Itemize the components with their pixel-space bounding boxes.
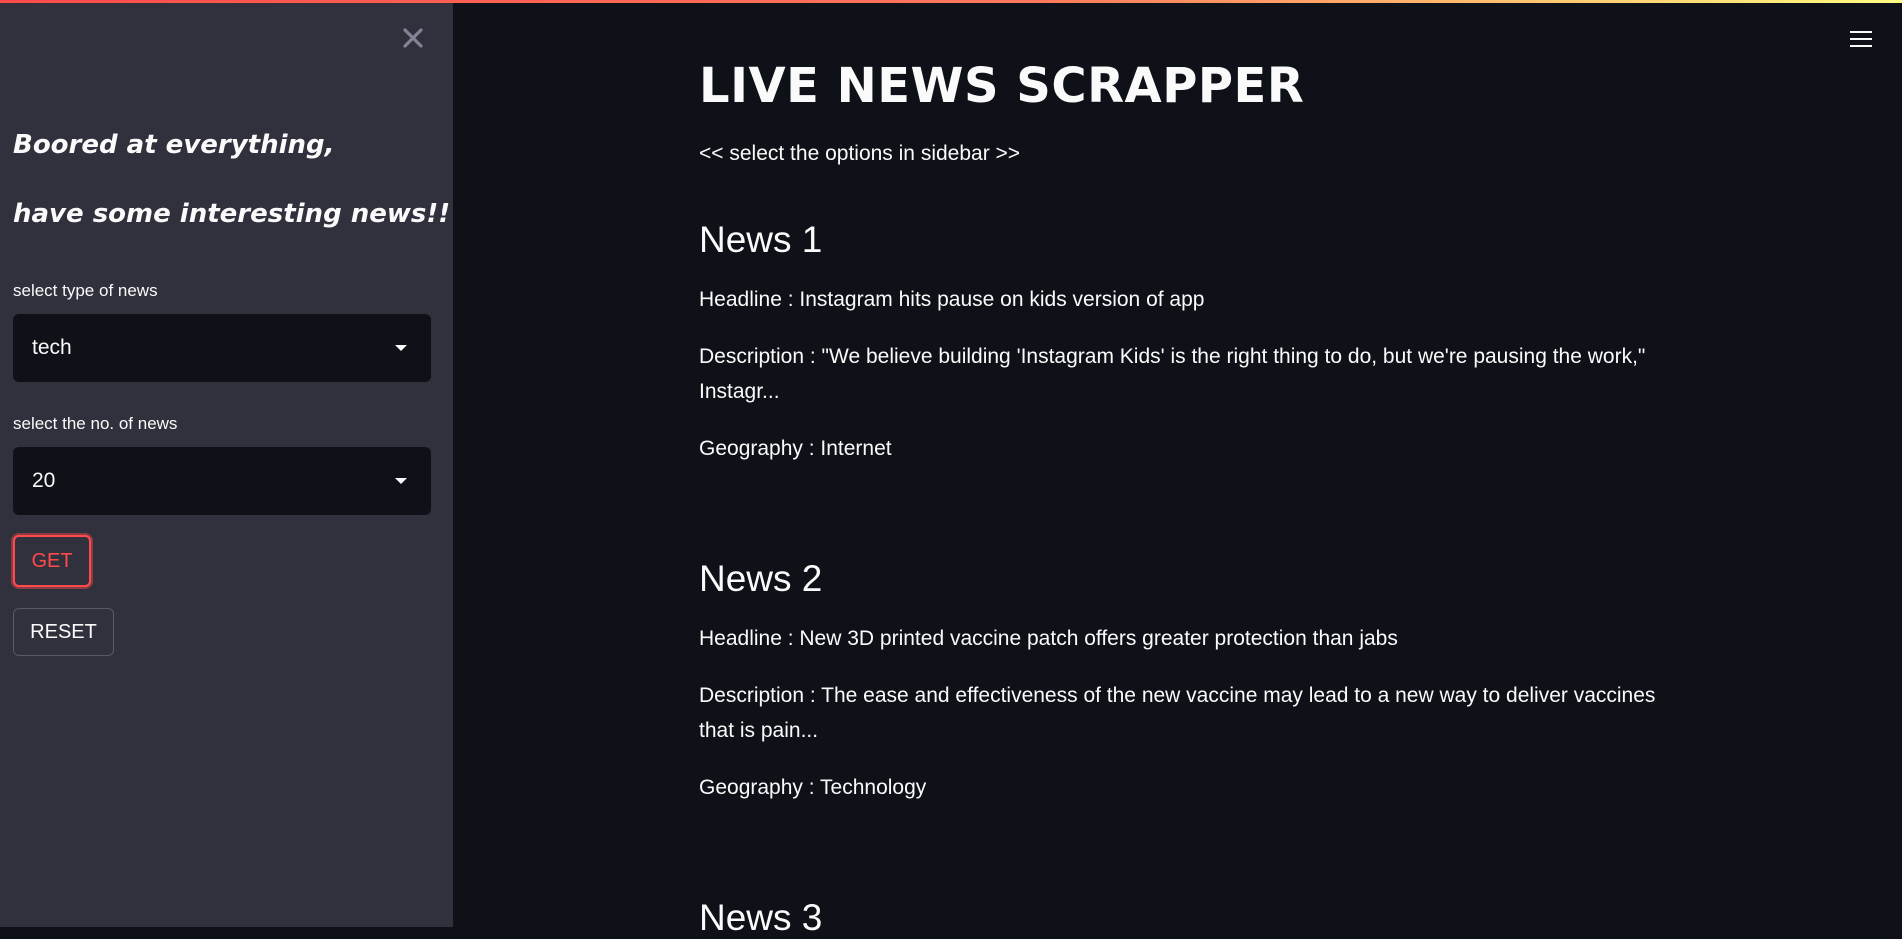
- news-geography: Geography : Technology: [699, 776, 927, 799]
- page-title: LIVE NEWS SCRAPPER: [699, 58, 1305, 114]
- news-type-value: tech: [32, 336, 72, 359]
- news-description: Description : The ease and effectiveness…: [699, 684, 1656, 742]
- news-geography: Geography : Internet: [699, 437, 892, 460]
- news-headline: Headline : New 3D printed vaccine patch …: [699, 627, 1398, 650]
- news-count-select[interactable]: 20: [13, 447, 431, 515]
- news-heading: News 3: [699, 897, 823, 938]
- news-count-value: 20: [32, 469, 56, 492]
- news-description: Description : "We believe building 'Inst…: [699, 345, 1646, 403]
- chevron-down-icon: [395, 345, 407, 351]
- close-icon: [403, 28, 423, 48]
- close-sidebar-button[interactable]: [399, 24, 427, 52]
- tagline-line-2: have some interesting news!!: [13, 199, 451, 229]
- sidebar: Boored at everything, have some interest…: [0, 0, 453, 927]
- page-subtitle: << select the options in sidebar >>: [699, 142, 1021, 165]
- main-content: LIVE NEWS SCRAPPER << select the options…: [699, 0, 1659, 938]
- news-type-select[interactable]: tech: [13, 314, 431, 382]
- news-headline: Headline : Instagram hits pause on kids …: [699, 288, 1205, 311]
- tagline-line-1: Boored at everything,: [13, 130, 335, 160]
- news-heading: News 1: [699, 219, 823, 260]
- hamburger-menu-icon[interactable]: [1850, 30, 1872, 48]
- chevron-down-icon: [395, 478, 407, 484]
- top-accent-bar: [0, 0, 1902, 3]
- news-count-label: select the no. of news: [13, 414, 178, 433]
- news-type-label: select type of news: [13, 281, 158, 300]
- news-heading: News 2: [699, 558, 823, 599]
- reset-button[interactable]: RESET: [13, 608, 114, 656]
- get-button[interactable]: GET: [13, 535, 91, 587]
